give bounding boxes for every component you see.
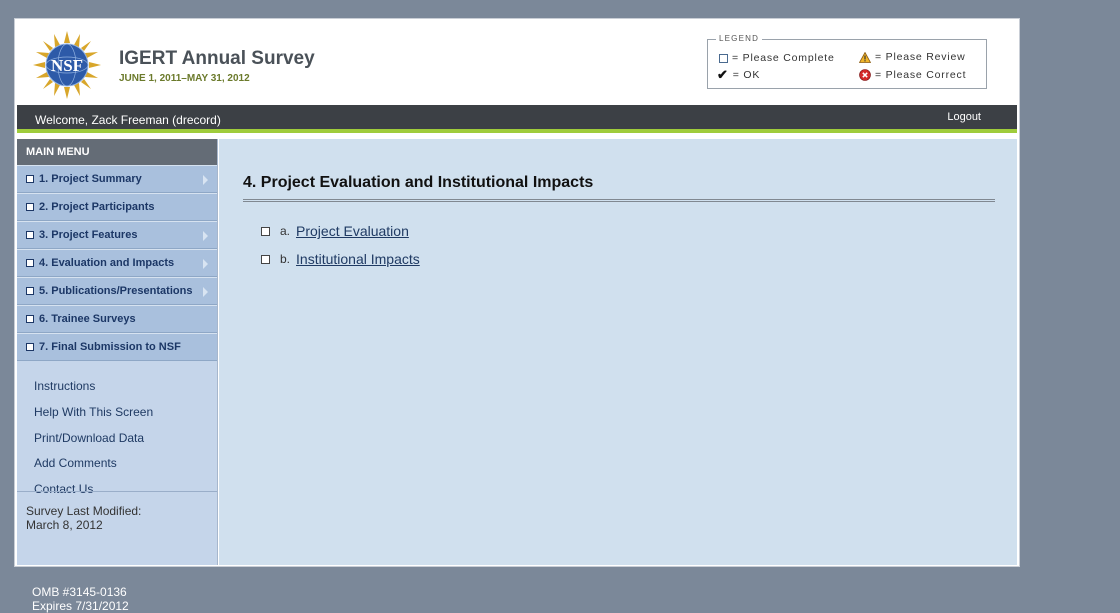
status-box-icon xyxy=(26,343,34,351)
chevron-right-icon xyxy=(203,231,208,241)
section-item-project-evaluation: a. Project Evaluation xyxy=(261,223,409,239)
header: NSF IGERT Annual Survey JUNE 1, 2011–MAY… xyxy=(17,21,1017,105)
status-box-icon xyxy=(261,254,270,264)
legend-label: = Please Review xyxy=(875,51,966,63)
survey-last-modified: Survey Last Modified: March 8, 2012 xyxy=(17,491,217,532)
legend-label: = Please Complete xyxy=(732,52,835,64)
status-box-icon xyxy=(26,259,34,267)
legend-item-please-correct: = Please Correct xyxy=(859,69,966,81)
welcome-text: Welcome, Zack Freeman (drecord) xyxy=(35,113,221,127)
menu-item-final-submission[interactable]: 7. Final Submission to NSF xyxy=(17,333,217,361)
menu-item-label: 1. Project Summary xyxy=(39,173,142,185)
sidebar: MAIN MENU 1. Project Summary 2. Project … xyxy=(17,139,218,565)
legend-label: = Please Correct xyxy=(875,69,967,81)
modified-label: Survey Last Modified: xyxy=(26,504,142,518)
section-item-prefix: a. xyxy=(280,224,291,238)
menu-item-project-summary[interactable]: 1. Project Summary xyxy=(17,165,217,193)
survey-window: NSF IGERT Annual Survey JUNE 1, 2011–MAY… xyxy=(14,18,1020,567)
legend: LEGEND = Please Complete = Please Review… xyxy=(707,34,987,89)
chevron-right-icon xyxy=(203,287,208,297)
menu-item-label: 2. Project Participants xyxy=(39,201,155,213)
status-box-icon xyxy=(26,231,34,239)
project-evaluation-link[interactable]: Project Evaluation xyxy=(296,223,409,239)
omb-number: OMB #3145-0136 xyxy=(32,585,127,599)
expiration-date: Expires 7/31/2012 xyxy=(32,599,129,613)
chevron-right-icon xyxy=(203,259,208,269)
menu-item-project-participants[interactable]: 2. Project Participants xyxy=(17,193,217,221)
status-box-icon xyxy=(26,315,34,323)
chevron-right-icon xyxy=(203,175,208,185)
checkmark-icon: ✔ xyxy=(717,67,729,82)
modified-date: March 8, 2012 xyxy=(26,518,103,532)
main-content: 4. Project Evaluation and Institutional … xyxy=(219,139,1017,565)
nsf-logo-text: NSF xyxy=(51,56,83,75)
page-title: 4. Project Evaluation and Institutional … xyxy=(243,174,594,191)
menu-item-label: 6. Trainee Surveys xyxy=(39,313,136,325)
menu-item-label: 7. Final Submission to NSF xyxy=(39,341,181,353)
survey-dates: JUNE 1, 2011–MAY 31, 2012 xyxy=(119,73,250,84)
menu-item-trainee-surveys[interactable]: 6. Trainee Surveys xyxy=(17,305,217,333)
error-circle-icon xyxy=(859,69,871,81)
help-with-this-screen-link[interactable]: Help With This Screen xyxy=(34,405,217,431)
section-item-institutional-impacts: b. Institutional Impacts xyxy=(261,251,420,267)
menu-item-label: 4. Evaluation and Impacts xyxy=(39,257,175,269)
empty-box-icon xyxy=(719,53,728,63)
logout-link[interactable]: Logout xyxy=(947,111,981,123)
add-comments-link[interactable]: Add Comments xyxy=(34,456,217,482)
menu-item-evaluation-and-impacts[interactable]: 4. Evaluation and Impacts xyxy=(17,249,217,277)
sidebar-links: Instructions Help With This Screen Print… xyxy=(17,361,217,508)
status-box-icon xyxy=(26,203,34,211)
print-download-data-link[interactable]: Print/Download Data xyxy=(34,431,217,457)
legend-item-please-review: = Please Review xyxy=(859,51,966,63)
warning-triangle-icon xyxy=(859,51,871,63)
menu-item-label: 5. Publications/Presentations xyxy=(39,285,193,297)
section-item-prefix: b. xyxy=(280,252,291,266)
legend-item-please-complete: = Please Complete xyxy=(719,52,835,64)
status-box-icon xyxy=(26,175,34,183)
institutional-impacts-link[interactable]: Institutional Impacts xyxy=(296,251,420,267)
main-menu-header: MAIN MENU xyxy=(17,139,217,165)
nsf-logo: NSF xyxy=(33,31,101,99)
menu-item-publications-presentations[interactable]: 5. Publications/Presentations xyxy=(17,277,217,305)
legend-label: = OK xyxy=(732,69,761,81)
legend-item-ok: ✔ = OK xyxy=(717,67,761,82)
app-title: IGERT Annual Survey xyxy=(119,48,315,69)
footer: OMB #3145-0136 Expires 7/31/2012 xyxy=(32,585,129,613)
status-box-icon xyxy=(26,287,34,295)
legend-title: LEGEND xyxy=(716,34,763,43)
top-bar: Welcome, Zack Freeman (drecord) Logout xyxy=(17,105,1017,133)
instructions-link[interactable]: Instructions xyxy=(34,379,217,405)
title-divider xyxy=(243,199,995,202)
menu-item-project-features[interactable]: 3. Project Features xyxy=(17,221,217,249)
menu-item-label: 3. Project Features xyxy=(39,229,138,241)
status-box-icon xyxy=(261,226,270,236)
